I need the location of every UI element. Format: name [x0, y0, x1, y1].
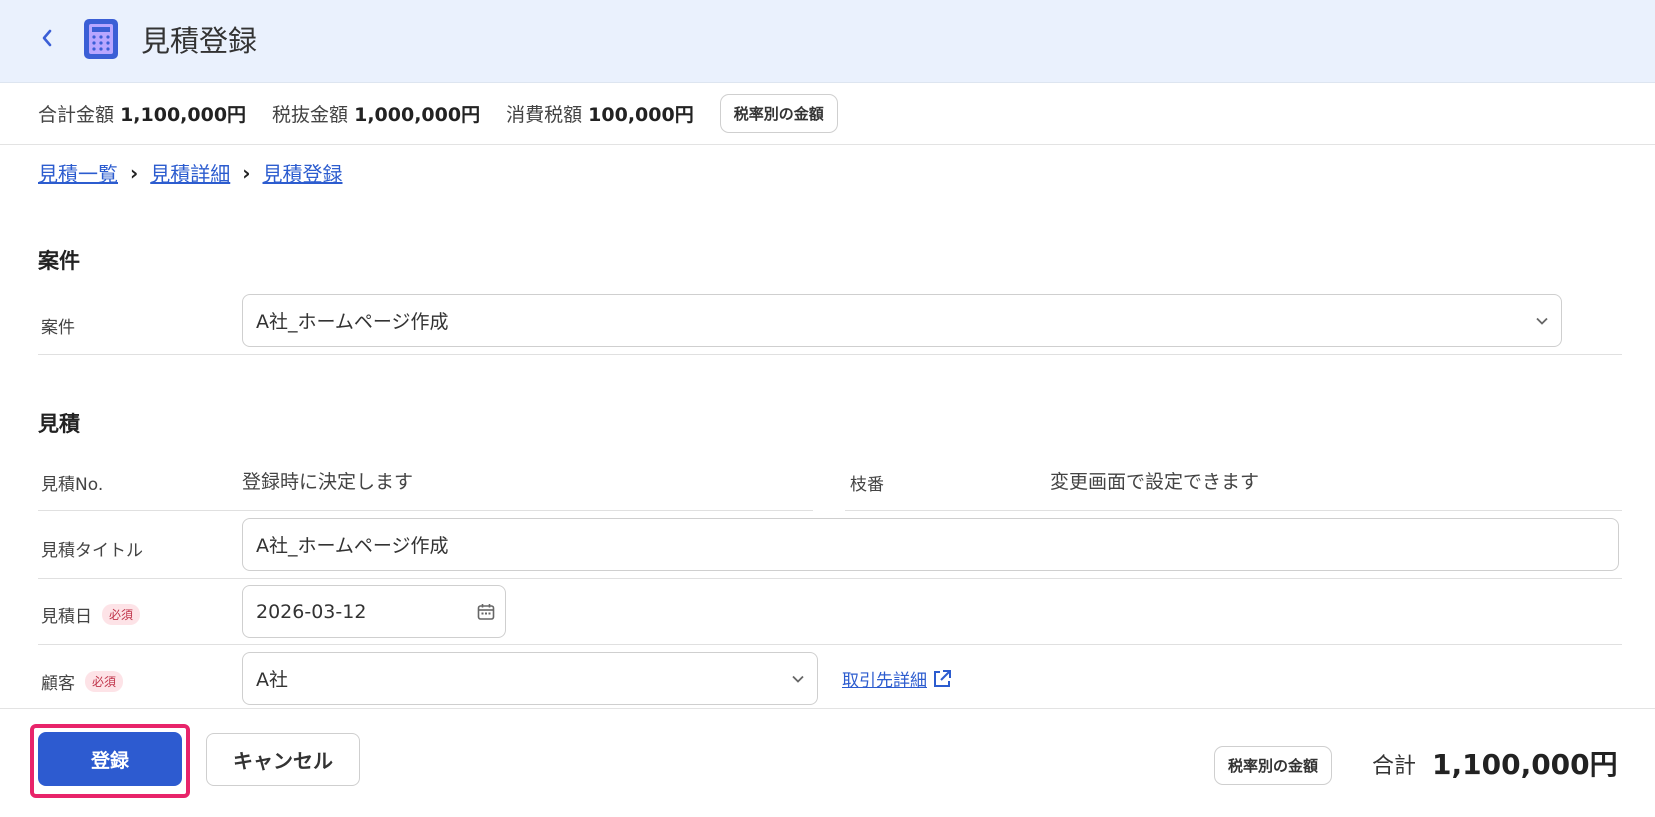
- calendar-icon[interactable]: [477, 603, 495, 621]
- summary-tax: 消費税額 100,000円: [506, 100, 694, 127]
- estimate-date-label: 見積日 必須: [41, 602, 141, 627]
- customer-value: A社: [256, 669, 288, 691]
- summary-total: 合計金額 1,100,000円: [38, 100, 246, 127]
- breadcrumb: 見積一覧 › 見積詳細 › 見積登録: [38, 158, 343, 187]
- amount-summary: 合計金額 1,100,000円 税抜金額 1,000,000円 消費税額 100…: [0, 82, 1655, 145]
- customer-select[interactable]: A社: [242, 652, 818, 705]
- external-link-icon: [934, 669, 951, 687]
- required-badge: 必須: [102, 604, 141, 625]
- estimate-title-label: 見積タイトル: [41, 541, 143, 561]
- partner-detail-link-text: 取引先詳細: [842, 671, 927, 691]
- estimate-title-value: A社_ホームページ作成: [256, 535, 449, 557]
- estimate-date-input[interactable]: 2026-03-12: [242, 585, 506, 638]
- chevron-right-icon: ›: [130, 160, 139, 185]
- summary-pretax: 税抜金額 1,000,000円: [272, 100, 480, 127]
- breadcrumb-estimate-register[interactable]: 見積登録: [263, 158, 343, 187]
- section-title-project: 案件: [38, 249, 80, 273]
- divider: [38, 578, 1622, 579]
- project-value: A社_ホームページ作成: [256, 311, 449, 333]
- top-bar: 見積登録: [0, 0, 1655, 83]
- project-label: 案件: [41, 318, 75, 338]
- register-button[interactable]: 登録: [38, 732, 182, 786]
- breadcrumb-estimate-detail[interactable]: 見積詳細: [150, 158, 230, 187]
- chevron-right-icon: ›: [242, 160, 251, 185]
- footer-total-label: 合計: [1372, 754, 1417, 779]
- summary-pretax-value: 1,000,000円: [354, 103, 481, 126]
- chevron-left-icon: [42, 29, 52, 47]
- cancel-button[interactable]: キャンセル: [206, 733, 360, 786]
- branch-label: 枝番: [850, 475, 884, 495]
- estimate-title-input[interactable]: A社_ホームページ作成: [242, 518, 1619, 571]
- divider: [38, 510, 813, 511]
- chevron-down-icon: [1536, 317, 1548, 325]
- summary-tax-value: 100,000円: [588, 103, 694, 126]
- required-badge: 必須: [85, 671, 124, 692]
- footer-total-value: 1,100,000円: [1432, 748, 1618, 781]
- customer-label-text: 顧客: [41, 674, 75, 694]
- estimate-number-value: 登録時に決定します: [242, 471, 414, 493]
- summary-total-label: 合計金額: [38, 103, 115, 126]
- chevron-down-icon: [792, 675, 804, 683]
- summary-pretax-label: 税抜金額: [272, 103, 349, 126]
- branch-value: 変更画面で設定できます: [1050, 471, 1260, 493]
- divider: [38, 354, 1622, 355]
- tax-rate-amount-button[interactable]: 税率別の金額: [719, 93, 838, 133]
- breadcrumb-estimate-list[interactable]: 見積一覧: [38, 158, 118, 187]
- summary-tax-label: 消費税額: [506, 103, 583, 126]
- estimate-number-label: 見積No.: [41, 475, 104, 495]
- estimate-date-value: 2026-03-12: [256, 600, 367, 623]
- page-title: 見積登録: [141, 24, 258, 58]
- customer-label: 顧客 必須: [41, 669, 124, 694]
- calculator-icon: [84, 19, 118, 59]
- summary-total-value: 1,100,000円: [120, 103, 247, 126]
- back-button[interactable]: [36, 24, 58, 52]
- estimate-date-label-text: 見積日: [41, 607, 92, 627]
- divider: [845, 510, 1622, 511]
- partner-detail-link[interactable]: 取引先詳細: [842, 666, 953, 691]
- divider: [38, 644, 1622, 645]
- section-title-estimate: 見積: [38, 412, 80, 436]
- project-select[interactable]: A社_ホームページ作成: [242, 294, 1562, 347]
- footer-tax-rate-amount-button[interactable]: 税率別の金額: [1214, 746, 1333, 785]
